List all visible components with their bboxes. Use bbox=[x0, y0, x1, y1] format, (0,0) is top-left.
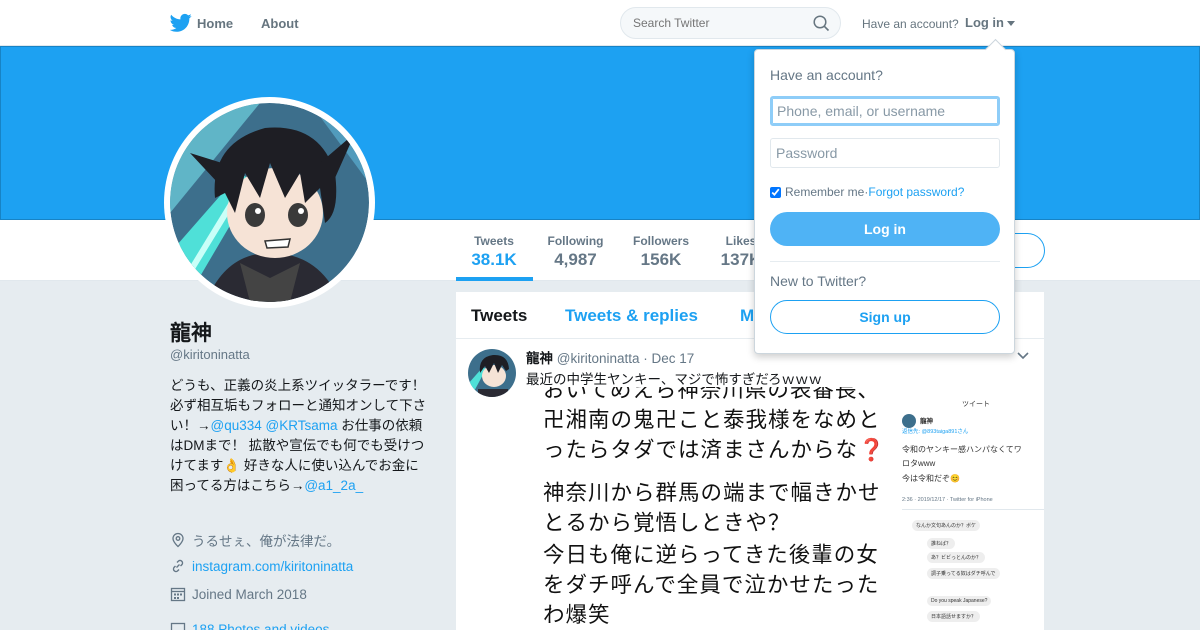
location-text: うるせぇ、俺が法律だ。 bbox=[192, 534, 341, 549]
login-link-label: Log in bbox=[965, 15, 1004, 30]
tweet-header: 龍神 @kiritoninatta · Dec 17 bbox=[526, 347, 694, 367]
signup-button[interactable]: Sign up bbox=[770, 300, 1000, 334]
ok-hand-emoji: 👌 bbox=[223, 458, 241, 473]
search-icon[interactable] bbox=[813, 15, 830, 32]
new-to-twitter-text: New to Twitter? bbox=[770, 273, 867, 289]
embedded-screenshot: ツイート 龍神 返信先: @893taiga891さん 令和のヤンキー感ハンパな… bbox=[902, 387, 1044, 630]
stat-following[interactable]: Following 4,987 bbox=[547, 234, 604, 270]
mini-chat: 日本語話せますか？ bbox=[927, 611, 981, 622]
search-input[interactable] bbox=[621, 8, 801, 38]
mini-divider bbox=[902, 509, 1044, 510]
stat-tweets[interactable]: Tweets 38.1K bbox=[470, 234, 518, 270]
tweet-author-name[interactable]: 龍神 bbox=[526, 351, 553, 366]
image-text-line: 今日も俺に逆らってきた後輩の女 bbox=[543, 543, 879, 567]
location-pin-icon bbox=[172, 532, 184, 548]
profile-avatar[interactable] bbox=[164, 97, 375, 308]
profile-handle[interactable]: @kiritoninatta bbox=[170, 347, 250, 362]
password-input[interactable] bbox=[770, 138, 1000, 168]
mini-header: ツイート bbox=[962, 401, 990, 408]
chevron-down-icon[interactable] bbox=[1016, 351, 1030, 361]
photos-link[interactable]: 188 Photos and videos bbox=[192, 622, 329, 630]
login-button[interactable]: Log in bbox=[770, 212, 1000, 246]
stat-value: 38.1K bbox=[471, 250, 517, 269]
mini-avatar bbox=[902, 414, 916, 428]
tweet-author-handle[interactable]: @kiritoninatta bbox=[557, 351, 640, 366]
mini-time: 2:36 · 2019/12/17 · Twitter for iPhone bbox=[902, 497, 993, 503]
remember-me-checkbox[interactable] bbox=[770, 186, 781, 198]
twitter-bird-icon[interactable] bbox=[170, 13, 192, 33]
profile-location: うるせぇ、俺が法律だ。 bbox=[170, 530, 340, 550]
active-tab-underline bbox=[456, 277, 533, 281]
login-dropdown: Have an account? Remember me · Forgot pa… bbox=[754, 49, 1015, 354]
profile-photos: 188 Photos and videos bbox=[170, 621, 329, 630]
mini-reply: 返信先: @893taiga891さん bbox=[902, 429, 969, 435]
stat-label: Tweets bbox=[474, 234, 514, 248]
image-text-line: とるから覚悟しときや？ bbox=[543, 511, 791, 535]
profile-joined: Joined March 2018 bbox=[170, 586, 307, 602]
joined-text: Joined March 2018 bbox=[192, 586, 307, 602]
dropdown-title: Have an account? bbox=[770, 67, 883, 83]
search-box bbox=[620, 7, 841, 39]
mini-chat: あ？ビビっとんのか？ bbox=[927, 552, 986, 563]
image-text-line: 神奈川から群馬の端まで幅きかせ bbox=[543, 481, 881, 505]
remember-me-label[interactable]: Remember me bbox=[785, 185, 864, 199]
stat-value: 156K bbox=[640, 250, 682, 269]
login-dropdown-toggle[interactable]: Log in bbox=[965, 15, 1015, 30]
nav-about[interactable]: About bbox=[261, 16, 299, 31]
calendar-icon bbox=[170, 587, 186, 602]
profile-name[interactable]: 龍神 bbox=[170, 317, 212, 347]
bio-mention-link[interactable]: @KRTsama bbox=[266, 418, 338, 433]
stat-value: 4,987 bbox=[554, 250, 597, 269]
bio-mention-link[interactable]: @qu334 bbox=[211, 418, 262, 433]
avatar-illustration bbox=[170, 103, 369, 302]
tweet-image[interactable]: おいてめえら神奈川県の表番長、 卍湘南の鬼卍こと泰我様をなめと ったらタダでは済… bbox=[526, 387, 1044, 630]
avatar-illustration bbox=[468, 349, 516, 397]
image-text-line: ったらタダでは済まさんからな❓ bbox=[543, 438, 886, 462]
mini-line: ロタwww bbox=[902, 459, 936, 468]
dropdown-divider bbox=[770, 261, 1000, 262]
bio-mention-link[interactable]: @a1_2a_ bbox=[304, 478, 363, 493]
image-text-line: わ爆笑 bbox=[543, 603, 611, 627]
tab-tweets-replies[interactable]: Tweets & replies bbox=[565, 306, 698, 326]
image-text-line: をダチ呼んで全員で泣かせたった bbox=[543, 573, 880, 597]
image-text-line: おいてめえら神奈川県の表番長、 bbox=[543, 387, 880, 402]
tab-tweets[interactable]: Tweets bbox=[471, 306, 527, 326]
tweet-avatar[interactable] bbox=[468, 349, 516, 397]
tweet-text: 最近の中学生ヤンキー、マジで怖すぎだろｗｗｗ bbox=[526, 372, 823, 387]
nav-home[interactable]: Home bbox=[197, 16, 233, 31]
top-navigation-bar: Home About Have an account? Log in bbox=[0, 0, 1200, 46]
caret-down-icon bbox=[1007, 21, 1015, 27]
mini-chat: Do you speak Japanese? bbox=[927, 596, 992, 606]
profile-website: instagram.com/kiritoninatta bbox=[170, 558, 353, 574]
username-input[interactable] bbox=[770, 96, 1000, 126]
mini-line: 今は令和だぞ😊 bbox=[902, 474, 960, 483]
mini-name: 龍神 bbox=[920, 418, 933, 425]
profile-bio: どうも、正義の炎上系ツイッタラーです！ 必ず相互垢もフォローと通知オンして下さい… bbox=[170, 376, 432, 496]
tweet-date[interactable]: · Dec 17 bbox=[643, 351, 694, 366]
link-icon bbox=[172, 559, 184, 573]
remember-me-row: Remember me · Forgot password? bbox=[770, 185, 964, 199]
mini-chat: 誰ねば？ bbox=[927, 538, 956, 549]
stat-label: Followers bbox=[632, 234, 689, 248]
stat-label: Following bbox=[547, 234, 604, 248]
tweet[interactable]: 龍神 @kiritoninatta · Dec 17 最近の中学生ヤンキー、マジ… bbox=[456, 339, 1044, 630]
mini-chat: 調子乗ってる奴はダチ呼んで bbox=[927, 568, 1000, 579]
website-link[interactable]: instagram.com/kiritoninatta bbox=[192, 559, 353, 574]
photo-icon bbox=[170, 622, 186, 630]
mini-chat: なんか文句あんのか？ボケ bbox=[912, 520, 981, 531]
forgot-password-link[interactable]: Forgot password? bbox=[868, 185, 964, 199]
stat-followers[interactable]: Followers 156K bbox=[632, 234, 690, 270]
mini-line: 令和のヤンキー感ハンパなくてワ bbox=[902, 445, 1022, 454]
have-account-text: Have an account? bbox=[862, 17, 959, 31]
image-text-line: 卍湘南の鬼卍こと泰我様をなめと bbox=[543, 408, 881, 432]
